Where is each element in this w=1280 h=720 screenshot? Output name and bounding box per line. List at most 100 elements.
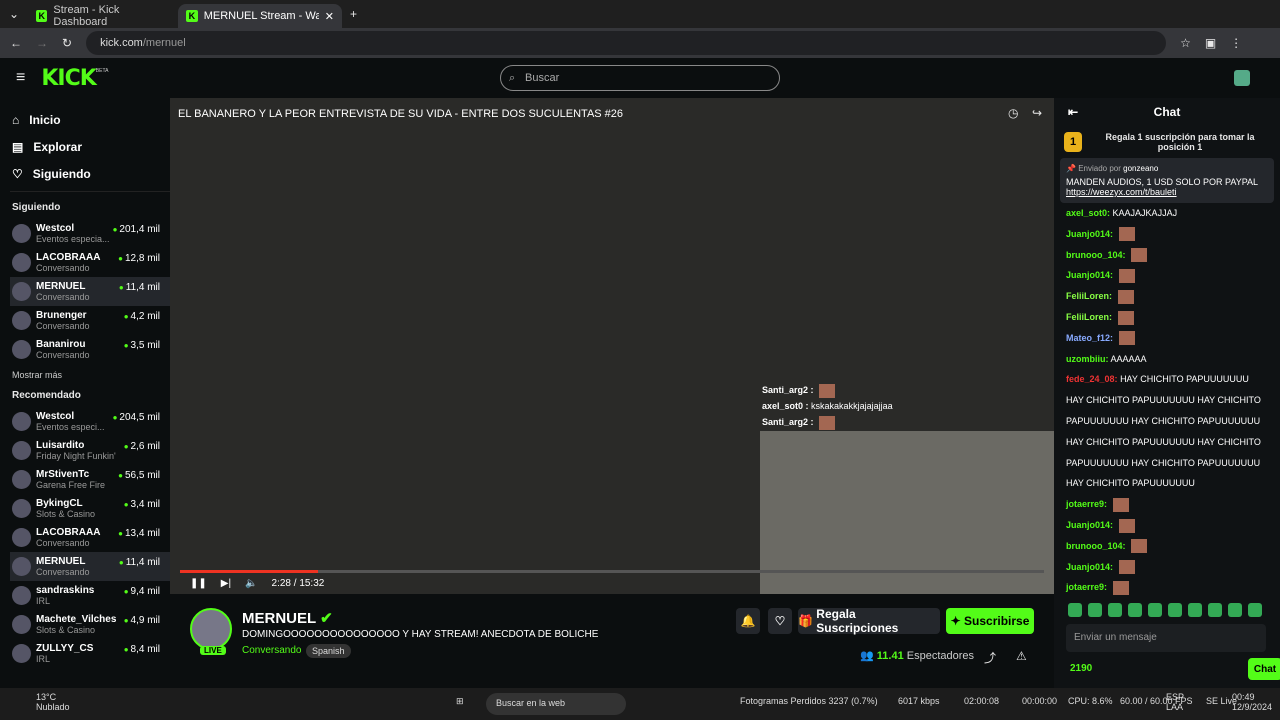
language-tag[interactable]: Spanish — [306, 644, 351, 658]
sidebar-channel[interactable]: BananirouConversando3,5 mil — [10, 335, 170, 364]
recommended-section-title: Recomendado — [12, 390, 81, 401]
stream-info: LIVE MERNUEL ✔ DOMINGOOOOOOOOOOOOOOO Y H… — [170, 594, 1054, 688]
follow-heart-button[interactable]: ♡ — [768, 608, 792, 634]
extensions-icon[interactable]: ▣ — [1205, 36, 1216, 50]
video-progress-bar[interactable] — [180, 570, 1044, 573]
clock-icon[interactable]: ◷ — [1008, 106, 1018, 120]
sidebar-channel[interactable]: LACOBRAAAConversando13,4 mil — [10, 523, 170, 552]
verified-icon: ✔ — [320, 610, 333, 627]
user-avatar[interactable] — [1234, 70, 1250, 86]
video-title: EL BANANERO Y LA PEOR ENTREVISTA DE SU V… — [178, 108, 624, 120]
gift-leaderboard[interactable]: 1 Regala 1 suscripción para tomar la pos… — [1054, 126, 1280, 158]
bookmark-star-icon[interactable]: ☆ — [1180, 36, 1191, 50]
progress-fill — [180, 570, 319, 573]
input-language[interactable]: ESP LAA — [1166, 692, 1184, 712]
sidebar-channel[interactable]: MrStivenTcGarena Free Fire56,5 mil — [10, 465, 170, 494]
taskbar-search[interactable]: Buscar en la web — [486, 693, 626, 715]
forward-icon[interactable]: → — [36, 36, 48, 50]
address-bar-row: ← → ↻ kick.com/mernuel ☆ ▣ ⋮ — [0, 28, 1280, 58]
menu-dots-icon[interactable]: ⋮ — [1230, 36, 1242, 50]
kick-favicon-icon: K — [36, 10, 48, 22]
pause-icon[interactable]: ❚❚ — [190, 578, 207, 589]
video-player[interactable]: EL BANANERO Y LA PEOR ENTREVISTA DE SU V… — [170, 98, 1054, 594]
weather-widget[interactable]: 13°C Nublado — [36, 692, 70, 712]
search-icon: ⌕ — [509, 71, 516, 84]
send-chat-button[interactable]: Chat — [1248, 658, 1280, 680]
gift-subscriptions-button[interactable]: 🎁 Regala Suscripciones — [798, 607, 940, 635]
gift-icon: 🎁 — [798, 614, 813, 628]
sidebar-channel[interactable]: MERNUELConversando11,4 mil — [10, 552, 170, 581]
sidebar-channel[interactable]: BrunengerConversando4,2 mil — [10, 306, 170, 335]
share-icon[interactable]: ↪ — [1032, 106, 1042, 120]
compass-icon: ▤ — [12, 139, 24, 154]
volume-icon[interactable]: 🔈 — [245, 578, 257, 589]
streamer-name[interactable]: MERNUEL ✔ — [242, 609, 333, 627]
emote-bar[interactable] — [1068, 603, 1262, 617]
chat-message: Juanjo014: — [1066, 557, 1268, 578]
pip-chat-line: axel_sot0 : kskakakakkjajajajjaa — [762, 401, 893, 411]
nav-explore[interactable]: ▤ Explorar — [10, 133, 170, 160]
subscribe-button[interactable]: ✦ Suscribirse — [946, 608, 1034, 634]
start-icon[interactable]: ⊞ — [456, 696, 464, 707]
sidebar-channel[interactable]: WestcolEventos especia...201,4 mil — [10, 219, 170, 248]
clock[interactable]: 00:49 12/9/2024 — [1232, 692, 1272, 712]
channel-points[interactable]: 2190 — [1070, 663, 1092, 674]
video-time: 2:28 / 15:32 — [271, 578, 325, 589]
url-input[interactable]: kick.com/mernuel — [86, 31, 1167, 55]
new-tab-icon[interactable]: + — [342, 7, 365, 21]
live-badge: LIVE — [200, 646, 226, 655]
channel-avatar — [12, 644, 31, 663]
collapse-chat-icon[interactable]: ⇤ — [1068, 105, 1078, 119]
reload-icon[interactable]: ↻ — [62, 36, 72, 50]
sidebar-channel[interactable]: ZULLYY_CSIRL8,4 mil — [10, 639, 170, 668]
kick-logo[interactable]: KICK — [41, 66, 96, 91]
chat-panel: ⇤ Chat 1 Regala 1 suscripción para tomar… — [1054, 98, 1280, 688]
pinned-message[interactable]: 📌 Enviado por gonzeano MANDEN AUDIOS, 1 … — [1060, 158, 1274, 203]
pip-chat-line: Santi_arg2 : — [762, 382, 893, 398]
tab-stream[interactable]: K MERNUEL Stream - Watch L... ✕ — [178, 4, 342, 28]
sidebar-channel[interactable]: LACOBRAAAConversando12,8 mil — [10, 248, 170, 277]
chat-header: ⇤ Chat — [1068, 105, 1181, 119]
channel-avatar — [12, 412, 31, 431]
share-icon[interactable]: ⤴ — [984, 649, 996, 666]
channel-avatar — [12, 615, 31, 634]
tab-list-icon[interactable]: ⌄ — [0, 7, 28, 21]
viewer-count: 👥 11.41 Espectadores — [860, 650, 975, 662]
channel-avatar — [12, 224, 31, 243]
stream-category[interactable]: Conversando — [242, 645, 301, 656]
report-icon[interactable]: ⚠ — [1016, 649, 1027, 663]
channel-avatar — [12, 470, 31, 489]
show-more-link[interactable]: Mostrar más — [12, 370, 170, 380]
chat-message: Juanjo014: — [1066, 224, 1268, 245]
chat-input[interactable]: Enviar un mensaje — [1066, 624, 1266, 652]
channel-avatar — [12, 557, 31, 576]
tab-close-icon[interactable]: ✕ — [325, 10, 334, 23]
kick-favicon-icon: K — [186, 10, 198, 22]
channel-avatar — [12, 499, 31, 518]
home-icon: ⌂ — [12, 112, 20, 127]
tab-dashboard[interactable]: K Stream - Kick Dashboard — [28, 4, 178, 28]
nav-following[interactable]: ♡ Siguiendo — [10, 160, 170, 187]
beta-badge: BETA — [95, 68, 109, 74]
sidebar-channel[interactable]: MERNUELConversando11,4 mil — [10, 277, 170, 306]
back-icon[interactable]: ← — [10, 36, 22, 50]
sidebar-channel[interactable]: WestcolEventos especi...204,5 mil — [10, 407, 170, 436]
sidebar-channel[interactable]: BykingCLSlots & Casino3,4 mil — [10, 494, 170, 523]
obs-kbps: 6017 kbps — [898, 696, 940, 706]
sidebar-channel[interactable]: sandraskinsIRL9,4 mil — [10, 581, 170, 610]
chat-message: jotaerre9: — [1066, 494, 1268, 515]
obs-frames: Fotogramas Perdidos 3237 (0.7%) — [740, 696, 878, 706]
pip-chat-line: Santi_arg2 : — [762, 414, 893, 430]
chat-message: Mateo_f12: — [1066, 328, 1268, 349]
channel-avatar — [12, 441, 31, 460]
nav-home[interactable]: ⌂ Inicio — [10, 106, 170, 133]
next-icon[interactable]: ▶| — [221, 578, 231, 589]
sidebar-channel[interactable]: LuisarditoFriday Night Funkin'2,6 mil — [10, 436, 170, 465]
sidebar-channel[interactable]: Machete_VilchesSlots & Casino4,9 mil — [10, 610, 170, 639]
search-input[interactable]: ⌕ Buscar — [500, 65, 780, 91]
streamer-avatar[interactable] — [190, 608, 232, 650]
browser-tab-bar: ⌄ K Stream - Kick Dashboard K MERNUEL St… — [0, 0, 1280, 28]
notification-bell-button[interactable]: 🔔 — [736, 608, 760, 634]
chat-message: fede_24_08: HAY CHICHITO PAPUUUUUUU HAY … — [1066, 374, 1261, 489]
hamburger-menu-icon[interactable]: ≡ — [16, 69, 25, 87]
